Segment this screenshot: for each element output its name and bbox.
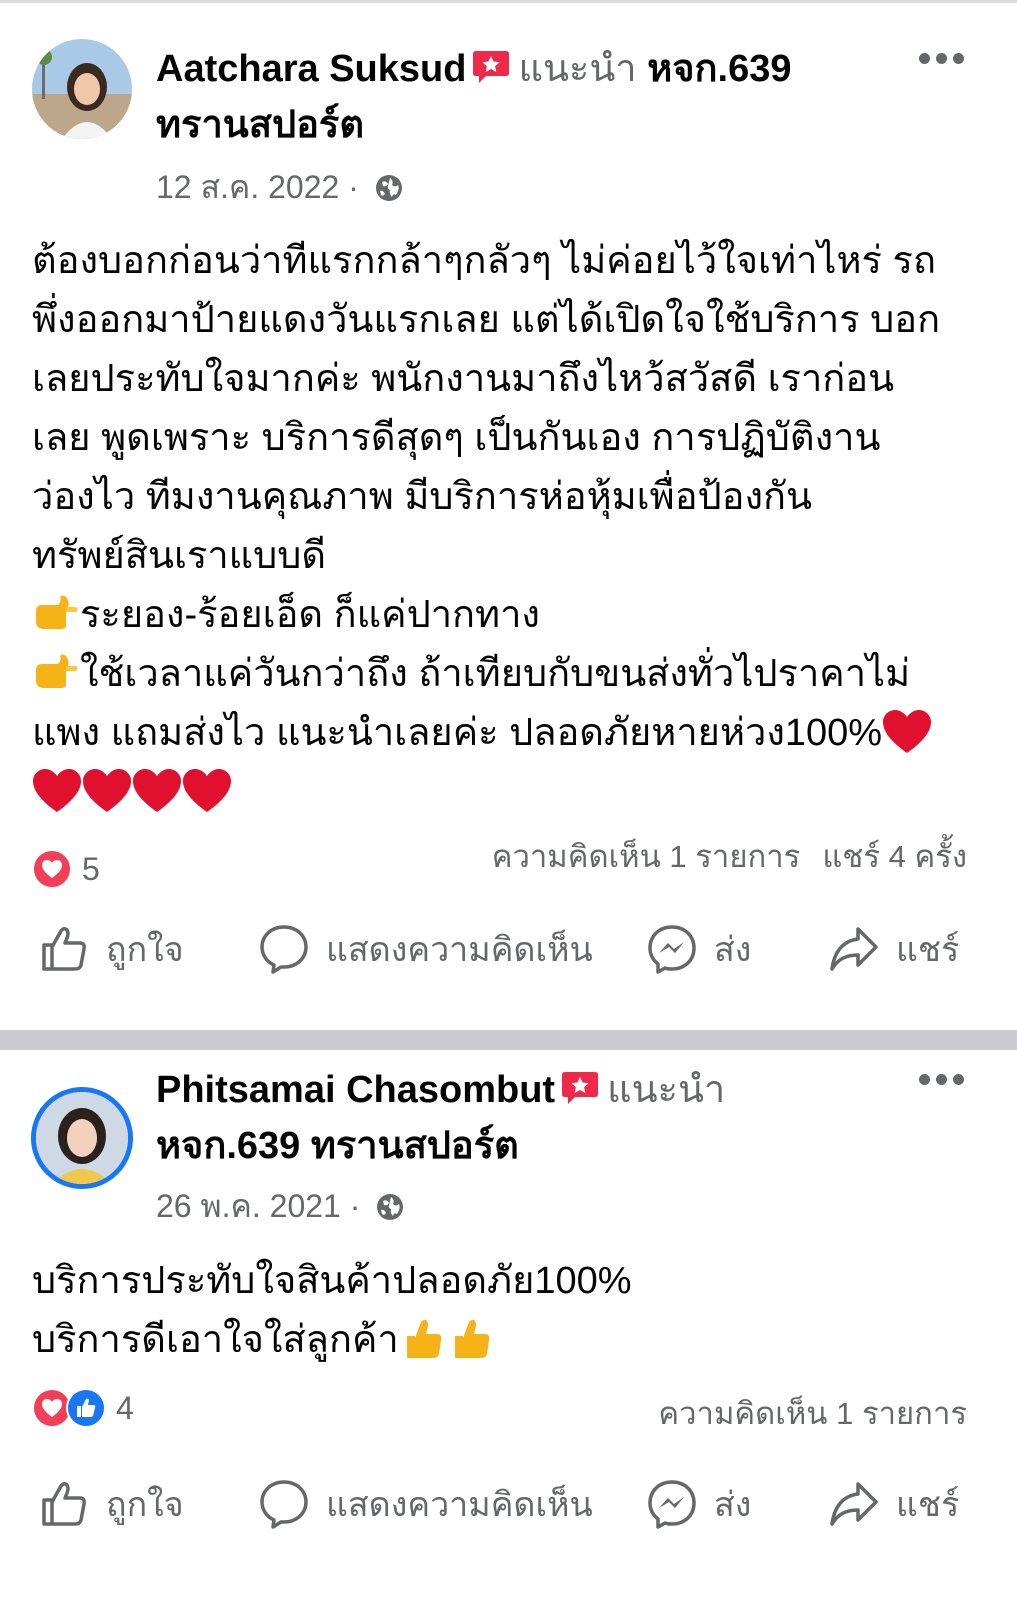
comment-count[interactable]: ความคิดเห็น 1 รายการ bbox=[658, 1396, 967, 1431]
like-label: ถูกใจ bbox=[106, 931, 184, 969]
comment-count[interactable]: ความคิดเห็น 1 รายการ bbox=[492, 839, 801, 874]
reaction-count: 4 bbox=[116, 1389, 134, 1426]
reactions-summary[interactable]: 5 bbox=[32, 849, 100, 889]
body-line: เลย พูดเพราะ บริการดีสุดๆ เป็นกันเอง การ… bbox=[32, 417, 881, 459]
review-post: Aatchara Suksud แนะนำ หจก.639 ทรานสปอร์ต … bbox=[0, 3, 1017, 1030]
thumbs-up-emoji bbox=[406, 1319, 441, 1358]
more-icon[interactable] bbox=[919, 53, 965, 67]
body-line-with-emoji: ใช้เวลาแค่วันกว่าถึง ถ้าเทียบกับขนส่งทั่… bbox=[32, 645, 992, 704]
messenger-icon bbox=[648, 1480, 696, 1529]
action-bar: ถูกใจ แสดงความคิดเห็น ส่ง แชร์ bbox=[0, 913, 1017, 985]
heart-emoji bbox=[133, 769, 181, 812]
share-label: แชร์ bbox=[896, 931, 960, 969]
point-right-emoji bbox=[36, 654, 78, 688]
comment-button[interactable]: แสดงความคิดเห็น bbox=[258, 913, 593, 985]
avatar[interactable] bbox=[32, 39, 132, 139]
body-line: ต้องบอกก่อนว่าทีแรกกล้าๆกลัวๆ ไม่ค่อยไว้… bbox=[32, 240, 936, 282]
like-icon bbox=[42, 926, 86, 971]
author-name[interactable]: Aatchara Suksud bbox=[156, 48, 466, 90]
post-date[interactable]: 26 พ.ค. 2021 bbox=[156, 1188, 341, 1224]
body-line: เลยประทับใจมากค่ะ พนักงานมาถึงไหว้สวัสดี… bbox=[32, 358, 895, 400]
send-button[interactable]: ส่ง bbox=[646, 1468, 751, 1540]
recommends-label: แนะนำ bbox=[518, 48, 637, 90]
avatar[interactable] bbox=[36, 1092, 128, 1184]
body-line: พึ่งออกมาป้ายแดงวันแรกเลย แต่ได้เปิดใจใช… bbox=[32, 299, 941, 341]
point-right-emoji bbox=[36, 595, 78, 629]
share-icon bbox=[830, 1482, 878, 1526]
share-count[interactable]: แชร์ 4 ครั้ง bbox=[822, 839, 967, 874]
thumbs-up-emoji bbox=[454, 1319, 489, 1358]
comment-button[interactable]: แสดงความคิดเห็น bbox=[258, 1468, 593, 1540]
post-separator bbox=[0, 1030, 1017, 1050]
recommend-badge-icon bbox=[473, 51, 510, 83]
share-button[interactable]: แชร์ bbox=[828, 913, 959, 985]
love-reaction-icon bbox=[32, 849, 72, 889]
post-stats: ความคิดเห็น 1 รายการ แชร์ 4 ครั้ง bbox=[492, 831, 967, 881]
reactions-summary[interactable]: 4 bbox=[32, 1388, 134, 1428]
like-button[interactable]: ถูกใจ bbox=[38, 1468, 184, 1540]
body-line: ใช้เวลาแค่วันกว่าถึง ถ้าเทียบกับขนส่งทั่… bbox=[80, 653, 911, 695]
body-line: บริการดีเอาใจใส่ลูกค้า bbox=[32, 1319, 399, 1361]
post-header: Aatchara Suksud แนะนำ หจก.639 ทรานสปอร์ต bbox=[156, 41, 866, 153]
heart-emoji-row bbox=[32, 763, 992, 822]
comment-icon bbox=[260, 1480, 308, 1529]
send-label: ส่ง bbox=[714, 1486, 752, 1524]
send-button[interactable]: ส่ง bbox=[646, 913, 751, 985]
post-date[interactable]: 12 ส.ค. 2022 bbox=[156, 169, 339, 205]
recommend-badge-icon bbox=[562, 1072, 599, 1104]
author-name[interactable]: Phitsamai Chasombut bbox=[156, 1069, 555, 1111]
post-body: ต้องบอกก่อนว่าทีแรกกล้าๆกลัวๆ ไม่ค่อยไว้… bbox=[32, 232, 992, 822]
messenger-icon bbox=[648, 925, 696, 974]
more-icon[interactable] bbox=[919, 1074, 965, 1088]
like-button[interactable]: ถูกใจ bbox=[38, 913, 184, 985]
share-icon bbox=[830, 927, 878, 971]
post-header: Phitsamai Chasombut แนะนำ หจก.639 ทรานสปอ… bbox=[156, 1062, 866, 1174]
body-line: แพง แถมส่งไว แนะนำเลยค่ะ ปลอดภัยหายห่วง1… bbox=[32, 712, 883, 754]
body-line: บริการประทับใจสินค้าปลอดภัย100% bbox=[32, 1260, 632, 1302]
heart-emoji bbox=[33, 769, 81, 812]
heart-emoji bbox=[883, 710, 932, 753]
body-line-with-emoji: ระยอง-ร้อยเอ็ด ก็แค่ปากทาง bbox=[32, 586, 992, 645]
like-label: ถูกใจ bbox=[106, 1486, 184, 1524]
body-line-with-emoji: แพง แถมส่งไว แนะนำเลยค่ะ ปลอดภัยหายห่วง1… bbox=[32, 704, 992, 763]
heart-emoji bbox=[183, 769, 231, 812]
like-icon bbox=[42, 1481, 86, 1526]
body-line: ระยอง-ร้อยเอ็ด ก็แค่ปากทาง bbox=[80, 594, 540, 636]
post-meta: 26 พ.ค. 2021 · bbox=[156, 1186, 405, 1226]
body-line: ว่องไว ทีมงานคุณภาพ มีบริการห่อหุ้มเพื่อ… bbox=[32, 476, 813, 518]
globe-icon bbox=[377, 1194, 404, 1220]
comment-label: แสดงความคิดเห็น bbox=[326, 931, 593, 969]
comment-icon bbox=[260, 925, 308, 974]
share-label: แชร์ bbox=[896, 1486, 960, 1524]
reaction-count: 5 bbox=[82, 850, 100, 887]
body-line: ทรัพย์สินเราแบบดี bbox=[32, 535, 327, 577]
recommends-label: แนะนำ bbox=[607, 1069, 726, 1111]
comment-label: แสดงความคิดเห็น bbox=[326, 1486, 593, 1524]
post-body: บริการประทับใจสินค้าปลอดภัย100% บริการดี… bbox=[32, 1252, 992, 1370]
like-reaction-icon bbox=[66, 1388, 106, 1428]
action-bar: ถูกใจ แสดงความคิดเห็น ส่ง แชร์ bbox=[0, 1468, 1017, 1540]
heart-emoji bbox=[83, 769, 131, 812]
post-meta: 12 ส.ค. 2022 · bbox=[156, 167, 404, 207]
share-button[interactable]: แชร์ bbox=[828, 1468, 959, 1540]
body-line-with-emoji: บริการดีเอาใจใส่ลูกค้า bbox=[32, 1311, 992, 1370]
globe-icon bbox=[375, 175, 402, 201]
page-name[interactable]: หจก.639 ทรานสปอร์ต bbox=[156, 1125, 519, 1167]
send-label: ส่ง bbox=[714, 931, 752, 969]
post-stats: ความคิดเห็น 1 รายการ bbox=[658, 1388, 967, 1438]
review-post: Phitsamai Chasombut แนะนำ หจก.639 ทรานสปอ… bbox=[0, 1050, 1017, 1608]
